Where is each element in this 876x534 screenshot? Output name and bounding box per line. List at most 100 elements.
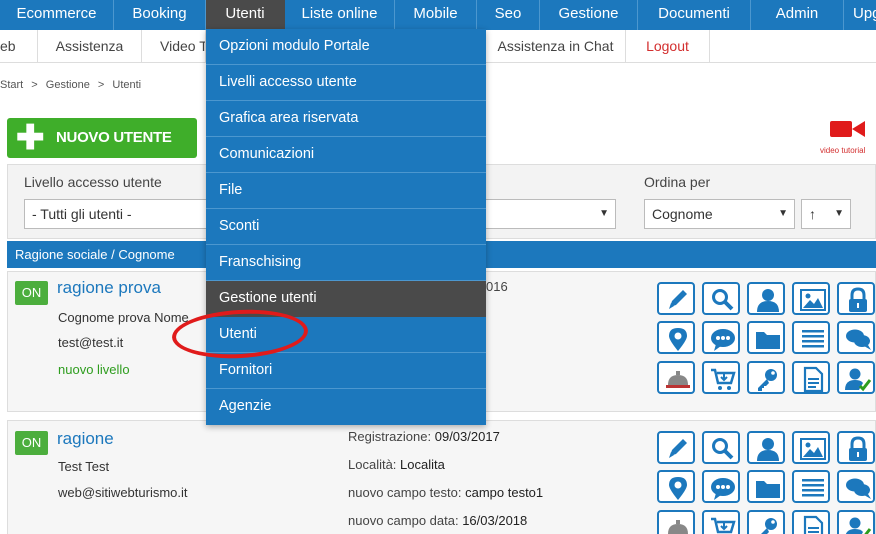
user-check-button[interactable] (837, 510, 875, 534)
nav-documenti[interactable]: Documenti (638, 0, 751, 30)
level-filter-label: Livello accesso utente (24, 174, 162, 190)
lock-icon (849, 287, 867, 312)
user-fullname: Cognome prova Nome (58, 310, 189, 325)
nav-mobile[interactable]: Mobile (395, 0, 477, 30)
menu-item-agenzie[interactable]: Agenzie (206, 389, 486, 425)
search-icon (712, 289, 734, 311)
reception-bell-button[interactable] (657, 510, 695, 534)
video-tutorial-link[interactable]: video tutorial (817, 118, 876, 158)
nav-liste-online[interactable]: Liste online (285, 0, 395, 30)
key-button[interactable] (747, 361, 785, 394)
nav-seo[interactable]: Seo (477, 0, 540, 30)
key-button[interactable] (747, 510, 785, 534)
key-icon (758, 369, 777, 391)
utenti-dropdown-menu: Opzioni modulo Portale Livelli accesso u… (206, 29, 486, 425)
map-pin-button[interactable] (657, 321, 695, 354)
date-field-value: 16/03/2018 (462, 513, 528, 528)
menu-item-livelli-accesso[interactable]: Livelli accesso utente (206, 65, 486, 101)
menu-item-grafica-area[interactable]: Grafica area riservata (206, 101, 486, 137)
chat-bubble-icon (711, 478, 735, 500)
folder-button[interactable] (747, 470, 785, 503)
menu-item-opzioni-portale[interactable]: Opzioni modulo Portale (206, 29, 486, 65)
cart-button[interactable] (702, 361, 740, 394)
subnav-web[interactable]: eb (0, 30, 38, 63)
chat-bubble-button[interactable] (702, 321, 740, 354)
status-badge[interactable]: ON (15, 431, 48, 455)
edit-button[interactable] (657, 431, 695, 464)
video-camera-icon (830, 121, 865, 137)
user-date-field: nuovo campo data: 16/03/2018 (348, 513, 527, 528)
user-button[interactable] (747, 431, 785, 464)
nav-booking[interactable]: Booking (114, 0, 206, 30)
menu-item-utenti[interactable]: Utenti (206, 317, 486, 353)
user-check-button[interactable] (837, 361, 875, 394)
user-name-link[interactable]: ragione prova (57, 278, 161, 298)
map-pin-button[interactable] (657, 470, 695, 503)
list-icon (802, 479, 824, 497)
registration-label: Registrazione: (348, 429, 432, 444)
menu-item-franschising[interactable]: Franschising (206, 245, 486, 281)
breadcrumb-separator: > (31, 79, 38, 91)
chevron-down-icon: ▼ (599, 208, 609, 219)
user-name-link[interactable]: ragione (57, 429, 114, 449)
lock-button[interactable] (837, 282, 875, 315)
cart-button[interactable] (702, 510, 740, 534)
document-button[interactable] (792, 510, 830, 534)
order-select[interactable]: Cognome ▼ (644, 199, 795, 229)
text-field-value: campo testo1 (465, 485, 544, 500)
subnav-assistenza[interactable]: Assistenza (38, 30, 142, 63)
reception-bell-button[interactable] (657, 361, 695, 394)
comments-button[interactable] (837, 321, 875, 354)
nav-admin[interactable]: Admin (751, 0, 844, 30)
comments-button[interactable] (837, 470, 875, 503)
lock-button[interactable] (837, 431, 875, 464)
direction-select[interactable]: ↑ ▼ (801, 199, 851, 229)
user-row: ON ragione Test Test web@sitiwebturismo.… (7, 420, 876, 534)
nav-upgrade[interactable]: Upg (844, 0, 876, 30)
breadcrumb-separator: > (97, 79, 105, 91)
menu-item-gestione-utenti[interactable]: Gestione utenti (206, 281, 486, 317)
list-button[interactable] (792, 321, 830, 354)
top-nav: Ecommerce Booking Utenti Liste online Mo… (0, 0, 876, 30)
nav-gestione[interactable]: Gestione (540, 0, 638, 30)
edit-button[interactable] (657, 282, 695, 315)
menu-item-file[interactable]: File (206, 173, 486, 209)
search-button[interactable] (702, 282, 740, 315)
image-icon (800, 438, 826, 460)
list-icon (802, 330, 824, 348)
menu-item-comunicazioni[interactable]: Comunicazioni (206, 137, 486, 173)
edit-icon (669, 439, 687, 458)
subnav-assistenza-chat[interactable]: Assistenza in Chat (486, 30, 626, 63)
subnav-video[interactable]: Video T (142, 30, 206, 63)
user-icon (757, 289, 779, 312)
folder-button[interactable] (747, 321, 785, 354)
cart-icon (711, 368, 736, 390)
status-badge[interactable]: ON (15, 281, 48, 305)
key-icon (761, 518, 777, 534)
image-icon (800, 289, 826, 311)
nav-ecommerce[interactable]: Ecommerce (0, 0, 114, 30)
new-user-button[interactable]: ✚ NUOVO UTENTE (7, 118, 197, 158)
image-button[interactable] (792, 431, 830, 464)
menu-item-sconti[interactable]: Sconti (206, 209, 486, 245)
menu-item-fornitori[interactable]: Fornitori (206, 353, 486, 389)
chat-bubble-button[interactable] (702, 470, 740, 503)
user-fullname: Test Test (58, 459, 110, 474)
folder-icon (756, 332, 780, 349)
breadcrumb-gestione[interactable]: Gestione (46, 79, 90, 91)
user-button[interactable] (747, 282, 785, 315)
user-check-icon (845, 517, 872, 534)
new-user-label: NUOVO UTENTE (56, 129, 172, 146)
search-button[interactable] (702, 431, 740, 464)
breadcrumb-start[interactable]: Start (0, 79, 23, 91)
user-location: Località: Localita (348, 457, 445, 472)
image-button[interactable] (792, 282, 830, 315)
subnav-logout[interactable]: Logout (626, 30, 710, 63)
nav-utenti[interactable]: Utenti (206, 0, 285, 30)
user-check-icon (845, 368, 872, 392)
list-button[interactable] (792, 470, 830, 503)
document-button[interactable] (792, 361, 830, 394)
date-field-label: nuovo campo data: (348, 513, 459, 528)
comments-icon (846, 478, 871, 499)
chevron-down-icon: ▼ (834, 208, 844, 219)
